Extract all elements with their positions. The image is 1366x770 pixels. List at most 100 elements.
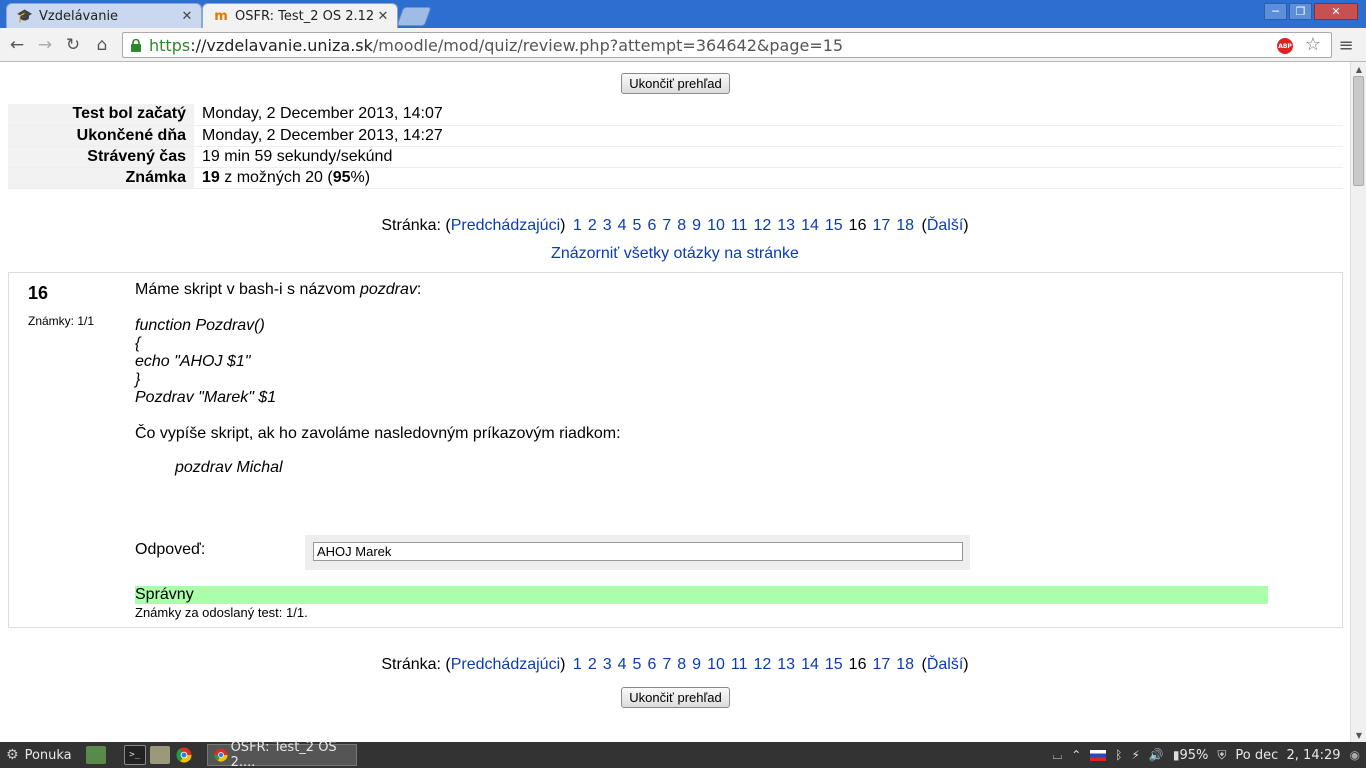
page-link-15[interactable]: 15 xyxy=(825,656,843,673)
show-all-questions-link[interactable]: Znázorniť všetky otázky na stránke xyxy=(551,245,799,262)
page-link-15[interactable]: 15 xyxy=(825,217,843,234)
page-link-4[interactable]: 4 xyxy=(618,217,627,234)
reload-icon[interactable]: ↻ xyxy=(62,34,84,56)
scroll-up-icon[interactable]: ▲ xyxy=(1351,62,1366,76)
home-icon[interactable]: ⌂ xyxy=(91,34,113,56)
paging-prefix: Stránka: ( xyxy=(381,656,451,673)
grade-mid: z možných 20 ( xyxy=(219,168,333,186)
finish-review-button-top[interactable]: Ukončiť prehľad xyxy=(621,73,730,94)
page-link-17[interactable]: 17 xyxy=(872,217,890,234)
page-link-8[interactable]: 8 xyxy=(677,217,686,234)
page-link-13[interactable]: 13 xyxy=(777,217,795,234)
page-link-11[interactable]: 11 xyxy=(731,656,748,673)
page-link-6[interactable]: 6 xyxy=(647,656,656,673)
power-icon[interactable]: ◉ xyxy=(1350,748,1360,762)
adblock-icon[interactable]: ABP xyxy=(1277,38,1293,54)
page-link-12[interactable]: 12 xyxy=(753,217,771,234)
grade-value: 19 z možných 20 (95%) xyxy=(194,167,1343,189)
desktop-icon[interactable] xyxy=(85,746,106,764)
question-box: 16 Známky: 1/1 Máme skript v bash-i s ná… xyxy=(8,272,1343,628)
page-link-3[interactable]: 3 xyxy=(603,217,612,234)
paging-prefix: Stránka: ( xyxy=(381,217,451,234)
tab-title: Vzdelávanie xyxy=(39,8,119,24)
taskbar-window-button[interactable]: OSFR: Test_2 OS 2.... xyxy=(207,740,357,770)
answer-field[interactable]: AHOJ Marek xyxy=(313,542,963,561)
slovak-flag-icon[interactable] xyxy=(1090,749,1107,761)
finish-review-button-bottom[interactable]: Ukončiť prehľad xyxy=(621,687,730,708)
page-link-9[interactable]: 9 xyxy=(692,217,701,234)
paging-close-paren: ) xyxy=(963,217,969,234)
vertical-scrollbar[interactable]: ▲ ▼ xyxy=(1350,62,1366,742)
bluetooth-icon[interactable]: ᛒ xyxy=(1115,748,1122,762)
lock-icon[interactable] xyxy=(129,38,143,52)
page-link-6[interactable]: 6 xyxy=(647,217,656,234)
page-navigation-top: Stránka: (Predchádzajúci) 1 2 3 4 5 6 7 8 9 10 11 1… xyxy=(0,217,1350,235)
battery-indicator[interactable]: ▮95% xyxy=(1173,748,1209,763)
page-link-13[interactable]: 13 xyxy=(777,656,795,673)
current-page-number: 16 xyxy=(848,217,867,234)
new-tab-button[interactable] xyxy=(396,7,432,26)
next-page-link[interactable]: Ďalší xyxy=(927,217,963,234)
grade-feedback: Známky za odoslaný test: 1/1. xyxy=(135,605,308,620)
page-link-7[interactable]: 7 xyxy=(662,656,671,673)
gear-icon: ⚙ xyxy=(6,747,19,763)
close-tab-icon[interactable]: ✕ xyxy=(179,9,195,24)
maximize-icon[interactable]: ❐ xyxy=(1289,3,1312,20)
page-link-18[interactable]: 18 xyxy=(896,217,914,234)
browser-tab-vzdelavanie[interactable]: 🎓 Vzdelávanie ✕ xyxy=(6,3,202,28)
page-link-5[interactable]: 5 xyxy=(633,656,642,673)
volume-icon[interactable]: 🔊 xyxy=(1149,748,1164,762)
start-menu-button[interactable]: ⚙ Ponuka xyxy=(6,747,72,763)
page-link-1[interactable]: 1 xyxy=(573,217,582,234)
page-link-18[interactable]: 18 xyxy=(896,656,914,673)
page-link-4[interactable]: 4 xyxy=(618,656,627,673)
page-link-2[interactable]: 2 xyxy=(588,217,597,234)
close-tab-icon[interactable]: ✕ xyxy=(375,9,391,24)
page-link-14[interactable]: 14 xyxy=(801,656,819,673)
previous-page-link[interactable]: Predchádzajúci xyxy=(451,217,560,234)
page-link-17[interactable]: 17 xyxy=(872,656,890,673)
terminal-icon[interactable]: >_ xyxy=(123,745,146,765)
keyboard-icon[interactable]: ⌴ xyxy=(1053,748,1063,763)
chrome-icon[interactable] xyxy=(174,746,194,764)
summary-value: Monday, 2 December 2013, 14:27 xyxy=(194,125,1343,147)
tray-expand-icon[interactable]: ⌃ xyxy=(1071,748,1081,762)
next-page-link[interactable]: Ďalší xyxy=(927,656,963,673)
clock[interactable]: Po dec 2, 14:29 xyxy=(1235,748,1340,763)
page-link-8[interactable]: 8 xyxy=(677,656,686,673)
scroll-down-icon[interactable]: ▼ xyxy=(1351,728,1366,742)
previous-page-link[interactable]: Predchádzajúci xyxy=(451,656,560,673)
shield-icon[interactable]: ⛨ xyxy=(1217,748,1226,763)
bookmark-star-icon[interactable]: ☆ xyxy=(1305,34,1321,55)
network-icon[interactable]: ⚡ xyxy=(1131,748,1139,762)
url-path: /moodle/mod/quiz/review.php?attempt=3646… xyxy=(372,35,844,55)
page-link-5[interactable]: 5 xyxy=(633,217,642,234)
page-link-9[interactable]: 9 xyxy=(692,656,701,673)
url-scheme: https xyxy=(149,35,191,55)
forward-arrow-icon[interactable]: → xyxy=(34,34,56,56)
page-link-7[interactable]: 7 xyxy=(662,217,671,234)
page-link-11[interactable]: 11 xyxy=(731,217,748,234)
minimize-icon[interactable]: ─ xyxy=(1264,3,1287,20)
page-link-10[interactable]: 10 xyxy=(707,217,725,234)
page-link-1[interactable]: 1 xyxy=(573,656,582,673)
page-link-14[interactable]: 14 xyxy=(801,217,819,234)
code-line: } xyxy=(135,371,141,388)
scroll-thumb[interactable] xyxy=(1353,76,1364,186)
address-bar[interactable]: https://vzdelavanie.uniza.sk/moodle/mod/… xyxy=(122,32,1332,58)
back-arrow-icon[interactable]: ← xyxy=(6,34,28,56)
browser-menu-icon[interactable]: ≡ xyxy=(1336,34,1356,56)
answer-label: Odpoveď: xyxy=(135,541,206,558)
browser-tab-osfr[interactable]: m OSFR: Test_2 OS 2.12.2 ✕ xyxy=(202,3,398,28)
page-link-12[interactable]: 12 xyxy=(753,656,771,673)
file-manager-icon[interactable] xyxy=(149,746,170,764)
graduation-cap-icon: 🎓 xyxy=(16,8,34,24)
page-link-2[interactable]: 2 xyxy=(588,656,597,673)
window-close-icon[interactable]: ✕ xyxy=(1314,3,1358,20)
system-tray: ⌴ ⌃ ᛒ ⚡ 🔊 ▮95% ⛨ Po dec 2, 14:29 ◉ xyxy=(1053,742,1360,768)
question-intro: Máme skript v bash-i s názvom pozdrav: xyxy=(135,281,621,299)
window-controls: ─ ❐ ✕ xyxy=(1264,3,1358,20)
code-line: echo "AHOJ $1" xyxy=(135,353,251,370)
page-link-3[interactable]: 3 xyxy=(603,656,612,673)
page-link-10[interactable]: 10 xyxy=(707,656,725,673)
